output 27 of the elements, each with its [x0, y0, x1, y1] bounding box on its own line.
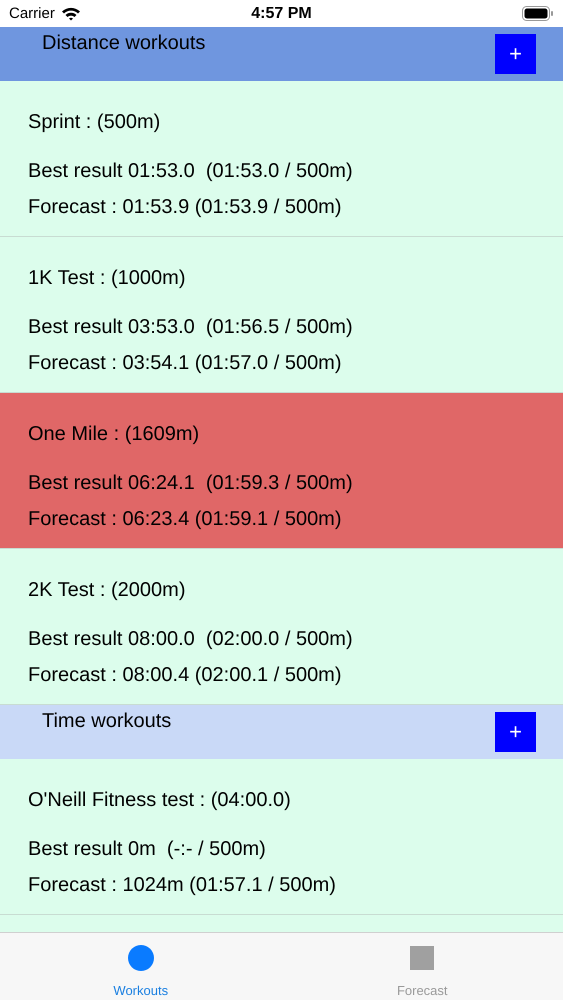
- workout-row[interactable]: One Mile : (1609m) Best result 06:24.1 (01:59.3 / 500m) Forecast : 06:23.4 (01:59.1 / 500m): [0, 393, 563, 549]
- best-result-text: Best result 08:00.0 (02:00.0 / 500m): [28, 627, 354, 652]
- forecast-text: Forecast : 03:54.1 (01:57.0 / 500m): [28, 351, 343, 376]
- tab[interactable]: Workouts: [0, 933, 282, 1000]
- workout-title: One Mile : (1609m): [28, 422, 200, 447]
- circle-icon: [128, 945, 154, 971]
- forecast-text: Forecast : 06:23.4 (01:59.1 / 500m): [28, 507, 343, 532]
- best-result-text: Best result 0m (-:- / 500m): [28, 837, 267, 862]
- best-result-text: Best result 03:53.0 (01:56.5 / 500m): [28, 315, 354, 340]
- forecast-text: Forecast : 1024m (01:57.1 / 500m): [28, 873, 337, 898]
- add-button[interactable]: +: [495, 712, 536, 752]
- battery-icon: [522, 6, 554, 21]
- forecast-text: Forecast : 08:00.4 (02:00.1 / 500m): [28, 663, 343, 688]
- workout-title: 2K Test : (2000m): [28, 578, 186, 603]
- section-title: Distance workouts: [42, 31, 206, 56]
- best-result-text: Best result 01:53.0 (01:53.0 / 500m): [28, 159, 354, 184]
- section-title: Time workouts: [42, 709, 172, 734]
- square-icon: [410, 946, 434, 970]
- clock-time: 4:57 PM: [251, 4, 312, 22]
- workout-title: O'Neill Fitness test : (04:00.0): [28, 788, 292, 813]
- forecast-text: Forecast : 01:53.9 (01:53.9 / 500m): [28, 195, 343, 220]
- workout-title: 1K Test : (1000m): [28, 266, 186, 291]
- wifi-icon: [60, 6, 81, 21]
- best-result-text: Best result 06:24.1 (01:59.3 / 500m): [28, 471, 354, 496]
- carrier-label: Carrier: [9, 5, 55, 22]
- workout-title: Sprint : (500m): [28, 110, 162, 135]
- add-button[interactable]: +: [495, 34, 536, 74]
